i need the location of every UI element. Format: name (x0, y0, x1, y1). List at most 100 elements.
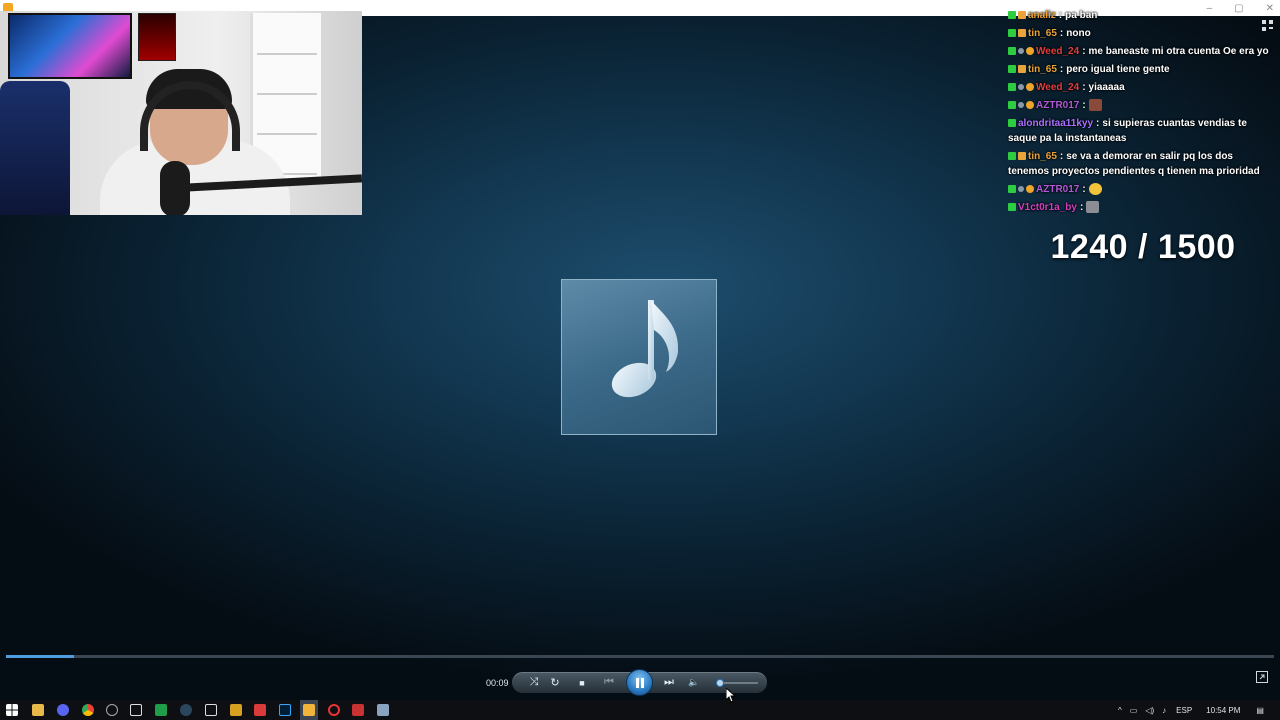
green-badge-icon (1008, 65, 1016, 74)
chat-separator: : (1082, 100, 1086, 111)
chat-message: AZTR017: (1008, 98, 1270, 113)
album-art (561, 279, 717, 435)
app-icon-window[interactable] (377, 704, 389, 716)
play-pause-button[interactable] (626, 669, 653, 696)
microphone-icon (160, 161, 190, 215)
chat-username[interactable]: tin_65 (1028, 28, 1057, 39)
chat-username[interactable]: AZTR017 (1036, 184, 1079, 195)
system-tray: ^ ▭ ◁) ♪ ESP 10:54 PM ▤ (1118, 700, 1264, 720)
chat-separator: : (1059, 151, 1064, 162)
microphone-tray-icon[interactable]: ♪ (1162, 706, 1166, 715)
chat-text: nono (1066, 28, 1091, 39)
chat-settings-icon[interactable] (1261, 19, 1274, 32)
chat-message: V1ct0r1a_by: (1008, 200, 1270, 215)
app-icon-gold[interactable] (230, 704, 242, 716)
chat-username[interactable]: Weed_24 (1036, 82, 1079, 93)
chat-separator: : (1059, 28, 1064, 39)
chat-text: me baneaste mi otra cuenta Oe era yo (1088, 46, 1269, 57)
chat-username[interactable]: AZTR017 (1036, 100, 1079, 111)
sword-badge-icon (1018, 102, 1024, 109)
green-badge-icon (1008, 47, 1016, 56)
chat-message: analiz: pa ban (1008, 8, 1270, 23)
repeat-button[interactable]: ↻ (547, 672, 563, 693)
chat-message: Weed_24: yiaaaaa (1008, 80, 1270, 95)
chat-separator: : (1096, 118, 1100, 129)
webcam-overlay (0, 11, 362, 215)
clock[interactable]: 10:54 PM (1206, 706, 1240, 715)
goal-counter: 1240 / 1500 (1050, 228, 1236, 266)
green-badge-icon (1008, 185, 1016, 194)
app-icon-cross-2[interactable] (205, 704, 217, 716)
stop-button[interactable]: ■ (574, 672, 590, 693)
sub-badge-icon (1018, 29, 1026, 38)
language-indicator[interactable]: ESP (1176, 706, 1192, 715)
notifications-icon[interactable]: ▤ (1256, 706, 1264, 715)
chat-username[interactable]: analiz (1028, 10, 1056, 21)
network-icon[interactable]: ▭ (1130, 706, 1138, 715)
webcam-chair (0, 81, 70, 215)
chat-text: pa ban (1065, 10, 1098, 21)
chat-text: yiaaaaa (1088, 82, 1125, 93)
obs-record-icon[interactable] (328, 704, 340, 716)
sub-badge-icon (1018, 65, 1026, 74)
chrome-icon[interactable] (82, 704, 94, 716)
chat-separator: : (1058, 10, 1063, 21)
sub-badge-icon (1018, 152, 1026, 161)
chat-username[interactable]: tin_65 (1028, 151, 1057, 162)
gold-badge-icon (1026, 101, 1034, 110)
green-badge-icon (1008, 29, 1016, 38)
next-button[interactable]: ⏭ (658, 672, 680, 693)
chat-separator: : (1082, 82, 1086, 93)
chat-username[interactable]: Weed_24 (1036, 46, 1079, 57)
mouse-cursor-icon (726, 688, 736, 703)
chat-emote-icon (1088, 183, 1102, 196)
chat-emote-icon (1086, 201, 1100, 214)
seek-progress (6, 655, 75, 658)
app-icon-news[interactable] (352, 704, 364, 716)
webcam-poster (138, 13, 176, 61)
green-badge-icon (1008, 203, 1016, 212)
file-explorer-icon[interactable] (32, 704, 44, 716)
chat-username[interactable]: V1ct0r1a_by (1018, 202, 1077, 213)
green-badge-icon (1008, 83, 1016, 92)
media-player-icon[interactable] (303, 704, 315, 716)
tray-chevron-icon[interactable]: ^ (1118, 706, 1122, 715)
taskbar: ^ ▭ ◁) ♪ ESP 10:54 PM ▤ (0, 700, 1280, 720)
chat-separator: : (1079, 202, 1084, 213)
music-note-icon (611, 300, 679, 398)
mute-button[interactable]: 🔈 (686, 672, 702, 693)
chat-text: pero igual tiene gente (1066, 64, 1170, 75)
app-icon-red[interactable] (254, 704, 266, 716)
chat-message: tin_65: nono (1008, 26, 1270, 41)
windows-start-icon[interactable] (6, 704, 18, 716)
chat-separator: : (1082, 46, 1086, 57)
previous-button[interactable]: ⏮ (598, 672, 620, 693)
shuffle-button[interactable]: ⤨ (526, 672, 542, 693)
pycharm-icon[interactable] (155, 704, 167, 716)
seek-bar[interactable] (6, 655, 1274, 658)
elapsed-time: 00:09 (486, 678, 509, 688)
chat-separator: : (1082, 184, 1086, 195)
chat-username[interactable]: alondritaa11kyy (1018, 118, 1093, 129)
volume-tray-icon[interactable]: ◁) (1145, 706, 1154, 715)
sub-badge-icon (1018, 11, 1026, 20)
browser-icon[interactable] (106, 704, 118, 716)
chat-message: tin_65: pero igual tiene gente (1008, 62, 1270, 77)
chat-username[interactable]: tin_65 (1028, 64, 1057, 75)
gold-badge-icon (1026, 47, 1034, 56)
green-badge-icon (1008, 11, 1016, 20)
switch-view-icon[interactable] (1256, 671, 1268, 683)
steam-icon[interactable] (180, 704, 192, 716)
volume-slider[interactable] (716, 679, 758, 687)
green-badge-icon (1008, 152, 1016, 161)
chat-message: tin_65: se va a demorar en salir pq los d… (1008, 149, 1270, 179)
discord-icon[interactable] (57, 704, 69, 716)
sword-badge-icon (1018, 48, 1024, 55)
photoshop-icon[interactable] (279, 704, 291, 716)
pause-icon (635, 677, 644, 688)
chat-message: Weed_24: me baneaste mi otra cuenta Oe er… (1008, 44, 1270, 59)
green-badge-icon (1008, 101, 1016, 110)
app-icon-cross[interactable] (130, 704, 142, 716)
chat-message: AZTR017: (1008, 182, 1270, 197)
gold-badge-icon (1026, 185, 1034, 194)
